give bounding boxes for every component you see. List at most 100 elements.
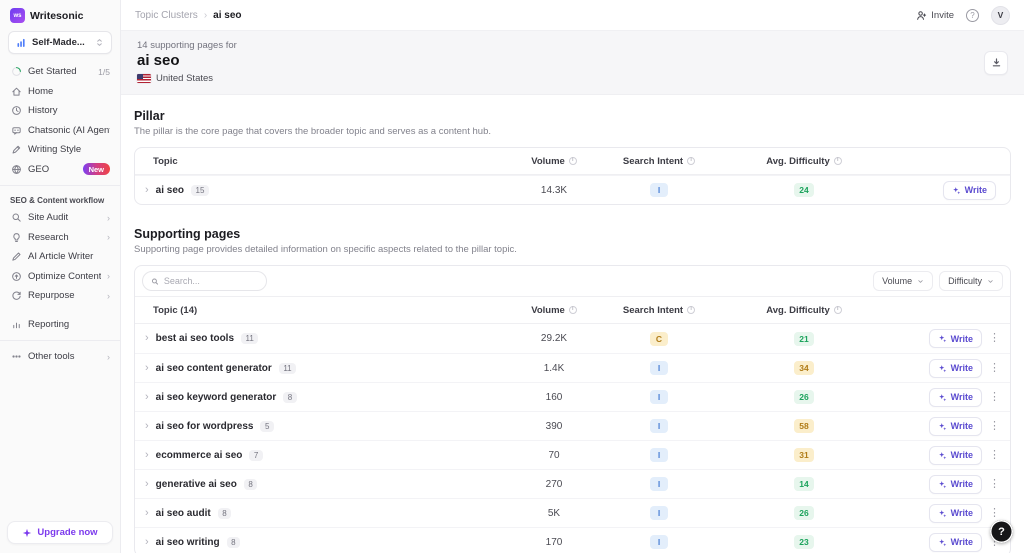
page-scroll[interactable]: 14 supporting pages for ai seo United St… <box>121 31 1024 553</box>
breadcrumb-parent[interactable]: Topic Clusters <box>135 10 198 21</box>
expand-chevron-icon[interactable]: › <box>145 420 149 432</box>
sidebar-item-label: Reporting <box>28 318 70 330</box>
info-icon[interactable]: i <box>833 306 842 314</box>
write-button[interactable]: Write <box>928 532 982 552</box>
search-box[interactable] <box>142 271 267 291</box>
help-fab-button[interactable]: ? <box>990 520 1013 543</box>
sidebar-item-label: Get Started <box>28 66 77 78</box>
write-label: Write <box>950 479 973 489</box>
sidebar-workflow-nav: Site Audit › Research › AI Article Write… <box>0 208 120 334</box>
kebab-menu-icon[interactable]: ⋮ <box>989 507 1000 519</box>
table-row[interactable]: › ecommerce ai seo 7 70 I 31 Write ⋮ <box>135 440 1010 469</box>
sidebar-item-ai-article-writer[interactable]: AI Article Writer <box>6 247 114 267</box>
sidebar-item-get-started[interactable]: Get Started 1/5 <box>6 62 114 82</box>
chevron-right-icon: › <box>107 351 110 362</box>
difficulty-badge: 23 <box>794 535 814 549</box>
expand-chevron-icon[interactable]: › <box>145 478 149 490</box>
kebab-menu-icon[interactable]: ⋮ <box>989 449 1000 461</box>
sidebar-item-repurpose[interactable]: Repurpose › <box>6 286 114 306</box>
refresh-icon <box>10 290 22 302</box>
lightbulb-icon <box>10 231 22 243</box>
write-label: Write <box>950 363 973 373</box>
write-button[interactable]: Write <box>928 416 982 436</box>
sidebar-item-geo[interactable]: GEO New <box>6 160 114 180</box>
info-icon[interactable]: i <box>687 157 696 165</box>
volume-value: 14.3K <box>540 184 568 196</box>
table-row[interactable]: › best ai seo tools 11 29.2K C 21 Write … <box>135 324 1010 353</box>
avatar[interactable]: V <box>991 5 1010 25</box>
sort-chevrons-icon <box>93 37 105 49</box>
sparkle-icon <box>938 364 946 372</box>
invite-button[interactable]: Invite <box>916 10 954 21</box>
expand-chevron-icon[interactable]: › <box>145 333 149 344</box>
table-row[interactable]: › ai seo content generator 11 1.4K I 34 … <box>135 353 1010 382</box>
pillar-section: Pillar The pillar is the core page that … <box>134 109 1011 205</box>
info-icon[interactable]: i <box>687 306 696 314</box>
write-button[interactable]: Write <box>928 358 982 378</box>
search-icon <box>151 278 159 285</box>
expand-chevron-icon[interactable]: › <box>145 449 149 461</box>
sidebar-item-writing-style[interactable]: Writing Style <box>6 140 114 160</box>
upgrade-button[interactable]: Upgrade now <box>7 521 113 544</box>
sidebar-item-reporting[interactable]: Reporting <box>6 315 114 335</box>
write-button[interactable]: Write <box>928 445 982 465</box>
sparkle-icon <box>938 451 946 459</box>
search-input[interactable] <box>163 276 258 286</box>
workspace-selector[interactable]: Self-Made... <box>8 31 112 54</box>
table-row[interactable]: › ai seo audit 8 5K I 26 Write ⋮ <box>135 498 1010 527</box>
chevron-down-icon <box>988 279 993 283</box>
info-icon[interactable]: i <box>833 157 842 165</box>
sidebar-item-optimize-content[interactable]: Optimize Content › <box>6 267 114 287</box>
sidebar-item-other-tools[interactable]: Other tools › <box>6 347 114 367</box>
write-button[interactable]: Write <box>942 180 996 200</box>
pen-icon <box>10 144 22 156</box>
write-label: Write <box>950 537 973 547</box>
topic-count-badge: 8 <box>217 507 232 519</box>
volume-value: 390 <box>545 420 563 432</box>
write-label: Write <box>950 392 973 402</box>
sparkle-icon <box>23 528 32 537</box>
download-button[interactable] <box>984 50 1008 75</box>
chevron-right-icon: › <box>107 212 110 223</box>
table-row[interactable]: › generative ai seo 8 270 I 14 Write ⋮ <box>135 469 1010 498</box>
volume-filter-button[interactable]: Volume <box>873 271 934 291</box>
info-icon[interactable]: i <box>568 157 577 165</box>
write-button[interactable]: Write <box>928 329 982 348</box>
table-row[interactable]: › ai seo writing 8 170 I 23 Write ⋮ <box>135 527 1010 553</box>
write-button[interactable]: Write <box>928 387 982 407</box>
sidebar-item-site-audit[interactable]: Site Audit › <box>6 208 114 228</box>
difficulty-badge: 26 <box>794 390 814 404</box>
expand-chevron-icon[interactable]: › <box>145 391 149 403</box>
brand: ws Writesonic <box>0 0 120 29</box>
filter-label: Difficulty <box>948 276 982 286</box>
pillar-row[interactable]: › ai seo 15 14.3K I 24 Write <box>135 175 1010 204</box>
write-button[interactable]: Write <box>928 503 982 523</box>
help-icon[interactable]: ? <box>966 8 979 22</box>
kebab-menu-icon[interactable]: ⋮ <box>989 420 1000 432</box>
kebab-menu-icon[interactable]: ⋮ <box>989 362 1000 374</box>
expand-chevron-icon[interactable]: › <box>145 362 149 374</box>
sidebar-item-history[interactable]: History <box>6 101 114 121</box>
topic-count-badge: 8 <box>243 478 258 490</box>
volume-value: 1.4K <box>543 362 565 374</box>
sidebar-item-chatsonic[interactable]: Chatsonic (AI Agent) <box>6 121 114 141</box>
sidebar-item-label: Home <box>28 85 54 97</box>
expand-chevron-icon[interactable]: › <box>145 184 149 196</box>
difficulty-filter-button[interactable]: Difficulty <box>939 271 1003 291</box>
invite-label: Invite <box>931 9 954 21</box>
info-icon[interactable]: i <box>568 306 577 314</box>
expand-chevron-icon[interactable]: › <box>145 507 149 519</box>
kebab-menu-icon[interactable]: ⋮ <box>989 333 1000 344</box>
sidebar-item-research[interactable]: Research › <box>6 228 114 248</box>
sidebar-item-home[interactable]: Home <box>6 82 114 102</box>
kebab-menu-icon[interactable]: ⋮ <box>989 478 1000 490</box>
history-icon <box>10 105 22 117</box>
write-button[interactable]: Write <box>928 474 982 494</box>
expand-chevron-icon[interactable]: › <box>145 536 149 548</box>
bars-icon <box>10 318 22 330</box>
table-row[interactable]: › ai seo for wordpress 5 390 I 58 Write … <box>135 411 1010 440</box>
supporting-count-label: 14 supporting pages for <box>137 40 237 51</box>
supporting-section: Supporting pages Supporting page provide… <box>134 227 1011 553</box>
kebab-menu-icon[interactable]: ⋮ <box>989 391 1000 403</box>
table-row[interactable]: › ai seo keyword generator 8 160 I 26 Wr… <box>135 382 1010 411</box>
